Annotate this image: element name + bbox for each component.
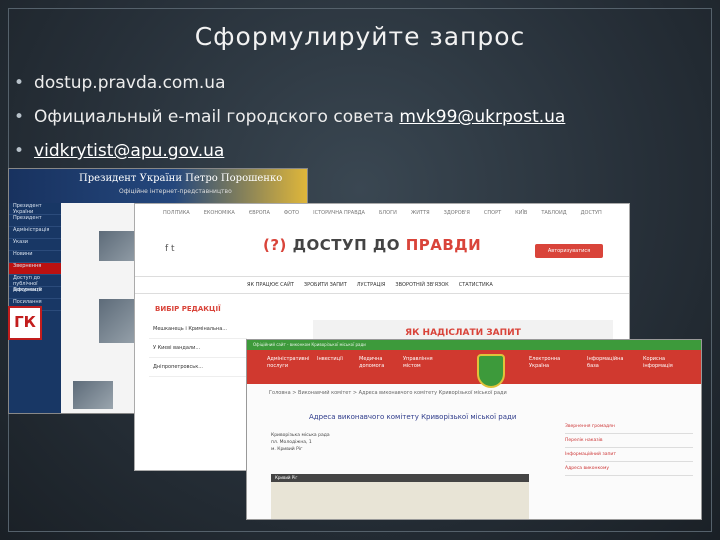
president-news-photo <box>73 381 113 409</box>
kryvyi-menu-item[interactable]: Інформаційна база <box>587 356 627 370</box>
kryvyi-right-link[interactable]: Інформаційний запит <box>565 448 693 462</box>
map-label: Кривий Ріг <box>271 474 529 482</box>
dostup-main-menu: ЯК ПРАЦЮЄ САЙТ ЗРОБИТИ ЗАПИТ ЛУСТРАЦІЯ З… <box>135 276 629 294</box>
dostup-nav-item[interactable]: ЄВРОПА <box>249 210 270 224</box>
kryvyi-page-heading: Адреса виконавчого комітету Криворізької… <box>309 413 517 421</box>
bullet-item: • Официальный e-mail городского совета mv… <box>14 100 565 134</box>
address-line: пл. Молодіжна, 1 <box>271 440 312 445</box>
kryvyi-menu-item[interactable]: Інвестиції <box>317 356 357 363</box>
president-side-item[interactable]: Доступ до публічної інформації <box>9 275 61 293</box>
address-line: м. Кривий Ріг <box>271 447 303 452</box>
slide-title: Сформулируйте запрос <box>194 22 526 51</box>
kryvyi-menu-item[interactable]: Корисна інформація <box>643 356 683 370</box>
dostup-menu-item[interactable]: СТАТИСТИКА <box>459 282 493 288</box>
president-header: Президент України Петро Порошенко Офіцій… <box>9 169 307 203</box>
dostup-nav-item[interactable]: ЖИТТЯ <box>411 210 430 224</box>
breadcrumb[interactable]: Головна > Виконавчий комітет > Адреса ви… <box>269 390 507 396</box>
kryvyi-menu-item[interactable]: Управління містом <box>403 356 443 370</box>
president-header-subtitle: Офіційне інтернет-представництво <box>119 188 232 195</box>
dostup-menu-item[interactable]: ЗРОБИТИ ЗАПИТ <box>304 282 347 288</box>
kryvyi-right-link[interactable]: Перелік наказів <box>565 434 693 448</box>
dostup-nav-item[interactable]: КИЇВ <box>515 210 527 224</box>
bullet-dot: • <box>14 73 25 93</box>
kryvyi-menu-item[interactable]: Адміністративні послуги <box>267 356 309 370</box>
bullet-dot: • <box>14 107 25 127</box>
dostup-menu-item[interactable]: ЗВОРОТНІЙ ЗВ'ЯЗОК <box>395 282 448 288</box>
news-item[interactable]: У Києві вандали... <box>149 339 247 358</box>
dostup-nav-item[interactable]: ФОТО <box>284 210 299 224</box>
news-item[interactable]: Дніпропетровськ... <box>149 358 247 377</box>
bullet-item: • dostup.pravda.com.ua <box>14 66 565 100</box>
dostup-logo-text: ДОСТУП ДО <box>292 236 406 254</box>
bullet-dot: • <box>14 141 25 161</box>
dostup-logo-accent: ПРАВДИ <box>405 236 482 254</box>
dostup-logo-mark: (?) <box>263 236 287 254</box>
email-link-city-council[interactable]: mvk99@ukrpost.ua <box>399 107 565 127</box>
president-side-item[interactable]: Звернення <box>9 263 61 275</box>
dostup-nav-item[interactable]: ІСТОРИЧНА ПРАВДА <box>313 210 365 224</box>
dostup-top-nav: ПОЛІТИКА ЕКОНОМІКА ЄВРОПА ФОТО ІСТОРИЧНА… <box>135 210 629 224</box>
gk-logo-text: ГК <box>14 313 36 331</box>
president-side-item[interactable]: Укази <box>9 239 61 251</box>
kryvyi-right-link[interactable]: Звернення громадян <box>565 420 693 434</box>
address-line: Криворізька міська рада <box>271 433 330 438</box>
kryvyi-rih-site-screenshot: Офіційний сайт - виконком Криворізької м… <box>246 339 702 520</box>
kryvyi-map[interactable]: Кривий Ріг <box>271 474 529 519</box>
dostup-nav-item[interactable]: ДОСТУП <box>581 210 602 224</box>
editors-choice-heading: ВИБІР РЕДАКЦІЇ <box>155 305 221 313</box>
dostup-menu-item[interactable]: ЛУСТРАЦІЯ <box>357 282 386 288</box>
kryvyi-menu-item[interactable]: Медична допомога <box>359 356 399 370</box>
dostup-logo: (?) ДОСТУП ДО ПРАВДИ <box>263 236 481 254</box>
dostup-nav-item[interactable]: БЛОГИ <box>379 210 397 224</box>
bullet-list: • dostup.pravda.com.ua • Официальный e-mai… <box>14 66 565 168</box>
president-side-title: Президент України <box>9 203 61 215</box>
social-icons[interactable]: f t <box>165 244 175 254</box>
kryvyi-red-menu: Адміністративні послуги Інвестиції Медич… <box>247 350 701 388</box>
president-side-item[interactable]: Документи <box>9 287 61 299</box>
bullet-text-email: Официальный e-mail городского совета <box>34 107 400 127</box>
news-item[interactable]: Мешканець і Кримінальна... <box>149 320 247 339</box>
president-side-item[interactable]: Адміністрація <box>9 227 61 239</box>
president-side-item[interactable]: Президент <box>9 215 61 227</box>
login-button[interactable]: Авторизуватися <box>535 244 603 258</box>
email-link-apu[interactable]: vidkrytist@apu.gov.ua <box>34 141 224 161</box>
kryvyi-address: Криворізька міська рада пл. Молодіжна, 1… <box>271 432 330 453</box>
dostup-nav-item[interactable]: СПОРТ <box>484 210 501 224</box>
kryvyi-top-bar: Офіційний сайт - виконком Криворізької м… <box>247 340 701 350</box>
president-side-item[interactable]: Новини <box>9 251 61 263</box>
dostup-news-list: Мешканець і Кримінальна... У Києві ванда… <box>149 320 247 470</box>
kryvyi-emblem-icon <box>477 354 505 388</box>
bullet-item: • vidkrytist@apu.gov.ua <box>14 134 565 168</box>
kryvyi-menu-item[interactable]: Електронна Україна <box>529 356 569 370</box>
dostup-nav-item[interactable]: ЕКОНОМІКА <box>204 210 235 224</box>
bullet-text-dostup: dostup.pravda.com.ua <box>34 73 226 93</box>
gk-logo: ГК <box>8 306 42 340</box>
dostup-nav-item[interactable]: ТАБЛОИД <box>541 210 566 224</box>
president-header-title: Президент України Петро Порошенко <box>79 173 283 184</box>
dostup-nav-item[interactable]: ПОЛІТИКА <box>163 210 190 224</box>
kryvyi-right-link[interactable]: Адреса виконкому <box>565 462 693 476</box>
kryvyi-right-links: Звернення громадян Перелік наказів Інфор… <box>565 420 693 476</box>
dostup-menu-item[interactable]: ЯК ПРАЦЮЄ САЙТ <box>247 282 294 288</box>
dostup-nav-item[interactable]: ЗДОРОВ'Я <box>444 210 470 224</box>
